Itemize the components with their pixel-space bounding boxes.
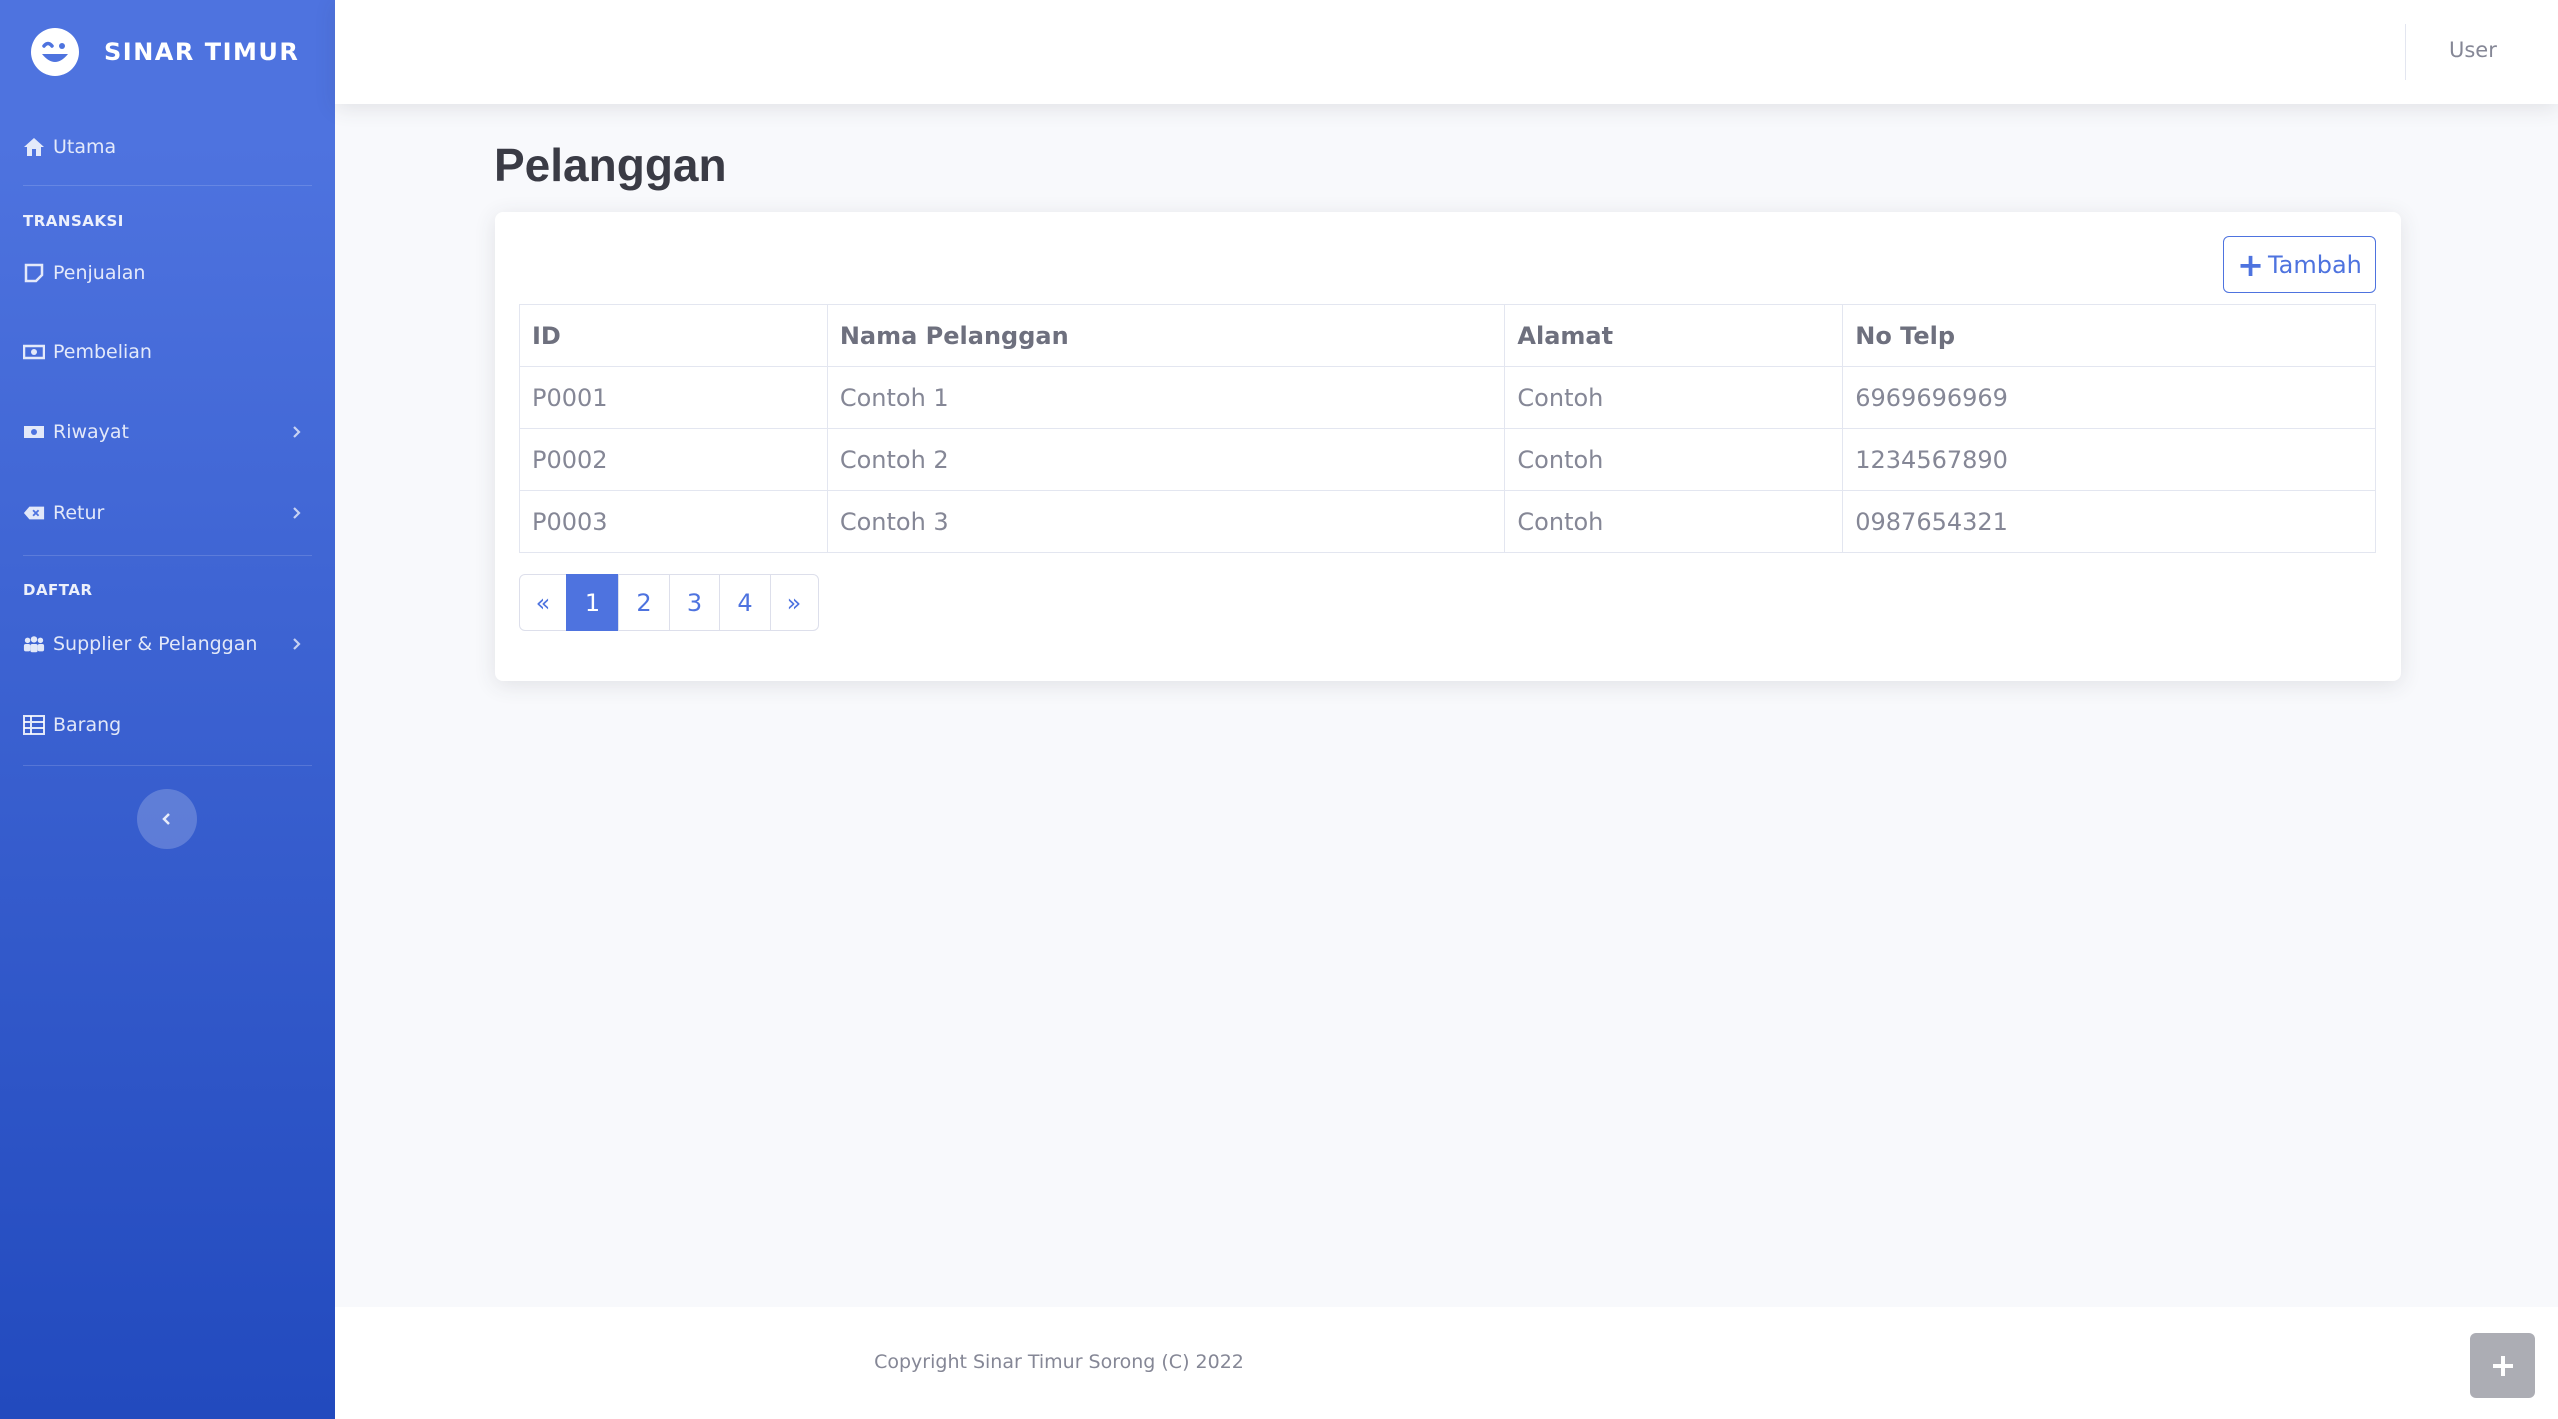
chevron-left-icon: [162, 813, 170, 825]
topbar-divider: [2405, 24, 2406, 80]
money-bill-icon: [23, 341, 45, 363]
sidebar-item-label: Supplier & Pelanggan: [53, 633, 258, 655]
sidebar-item-label: Retur: [53, 502, 105, 524]
plus-icon: +: [2237, 245, 2264, 284]
plus-icon: [2492, 1355, 2513, 1376]
home-icon: [23, 136, 45, 158]
cell-nama: Contoh 1: [826, 366, 1506, 429]
cell-id: P0003: [519, 490, 828, 553]
cell-id: P0002: [519, 428, 828, 491]
sidebar-divider: [23, 555, 312, 556]
table-row[interactable]: P0002 Contoh 2 Contoh 1234567890: [519, 428, 2376, 491]
column-header-id[interactable]: ID: [519, 304, 828, 367]
sidebar-divider: [23, 765, 312, 766]
pagination-next[interactable]: »: [769, 574, 819, 631]
pagination-page-2[interactable]: 2: [618, 574, 670, 631]
table-icon: [23, 714, 45, 736]
customer-card: + Tambah ID Nama Pelanggan Alamat No Tel…: [495, 212, 2401, 681]
sticky-note-icon: [23, 262, 45, 284]
sidebar-item-label: Riwayat: [53, 421, 129, 443]
pagination-page-4[interactable]: 4: [719, 574, 771, 631]
sidebar-item-riwayat[interactable]: Riwayat: [0, 417, 335, 447]
sidebar: SINAR TIMUR Utama TRANSAKSI Penjualan Pe…: [0, 0, 335, 1419]
pagination-prev[interactable]: «: [519, 574, 567, 631]
sidebar-divider: [23, 185, 312, 186]
table-row[interactable]: P0001 Contoh 1 Contoh 6969696969: [519, 366, 2376, 429]
sidebar-item-pembelian[interactable]: Pembelian: [0, 337, 175, 367]
chevron-right-icon: [293, 507, 301, 519]
sidebar-heading-daftar: DAFTAR: [23, 581, 93, 599]
add-button-label: Tambah: [2267, 250, 2362, 279]
column-header-alamat[interactable]: Alamat: [1504, 304, 1844, 367]
cell-nama: Contoh 3: [826, 490, 1506, 553]
cell-telp: 1234567890: [1842, 428, 2376, 491]
backspace-icon: [23, 502, 45, 524]
column-header-nama[interactable]: Nama Pelanggan: [826, 304, 1506, 367]
money-bill-icon: [23, 421, 45, 443]
column-header-telp[interactable]: No Telp: [1842, 304, 2376, 367]
cell-nama: Contoh 2: [826, 428, 1506, 491]
cell-alamat: Contoh: [1504, 490, 1844, 553]
sidebar-item-barang[interactable]: Barang: [0, 710, 144, 740]
cell-telp: 0987654321: [1842, 490, 2376, 553]
chevron-right-icon: [293, 638, 301, 650]
pagination-page-1[interactable]: 1: [565, 574, 620, 631]
sidebar-item-utama[interactable]: Utama: [0, 132, 139, 162]
scroll-top-button[interactable]: [2470, 1333, 2535, 1398]
sidebar-item-label: Utama: [53, 136, 117, 158]
copyright-text: Copyright Sinar Timur Sorong (C) 2022: [874, 1351, 1244, 1373]
page-title: Pelanggan: [494, 139, 727, 191]
add-button[interactable]: + Tambah: [2223, 236, 2376, 293]
sidebar-heading-transaksi: TRANSAKSI: [23, 212, 124, 230]
chevron-right-icon: [293, 426, 301, 438]
cell-alamat: Contoh: [1504, 366, 1844, 429]
sidebar-toggle-button[interactable]: [137, 789, 197, 849]
cell-id: P0001: [519, 366, 828, 429]
user-menu[interactable]: User: [2449, 38, 2497, 62]
laugh-wink-icon: [31, 28, 79, 76]
users-icon: [23, 633, 45, 655]
table-header-row: ID Nama Pelanggan Alamat No Telp: [519, 304, 2376, 367]
table-row[interactable]: P0003 Contoh 3 Contoh 0987654321: [519, 490, 2376, 553]
cell-telp: 6969696969: [1842, 366, 2376, 429]
sidebar-item-label: Pembelian: [53, 341, 152, 363]
sidebar-item-label: Barang: [53, 714, 122, 736]
pagination-page-3[interactable]: 3: [668, 574, 721, 631]
customer-table: ID Nama Pelanggan Alamat No Telp P0001 C…: [519, 304, 2376, 553]
cell-alamat: Contoh: [1504, 428, 1844, 491]
footer: Copyright Sinar Timur Sorong (C) 2022: [335, 1307, 2558, 1419]
sidebar-item-supplier-pelanggan[interactable]: Supplier & Pelanggan: [0, 629, 335, 659]
sidebar-item-label: Penjualan: [53, 262, 146, 284]
brand-name: SINAR TIMUR: [104, 38, 300, 66]
sidebar-brand[interactable]: SINAR TIMUR: [0, 0, 335, 104]
sidebar-item-retur[interactable]: Retur: [0, 498, 335, 528]
topbar: User: [335, 0, 2558, 104]
sidebar-item-penjualan[interactable]: Penjualan: [0, 258, 168, 288]
pagination: « 1 2 3 4 »: [519, 574, 819, 631]
